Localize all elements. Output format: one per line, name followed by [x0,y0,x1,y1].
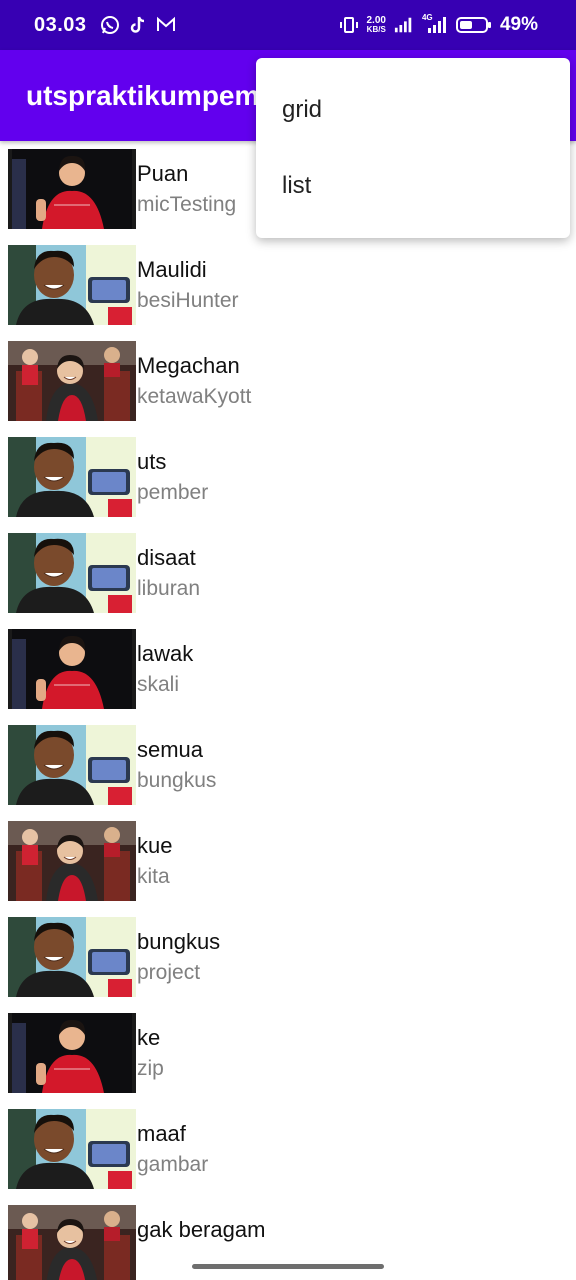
item-photo [8,1013,136,1093]
item-title: Puan [137,161,189,186]
list-item[interactable]: ke zip [0,1005,576,1101]
item-title: lawak [137,641,194,666]
item-subtitle: bungkus [137,769,217,792]
item-photo [8,341,136,421]
notification-icons [100,15,176,35]
tiktok-icon [128,15,148,35]
list-item[interactable]: semua bungkus [0,717,576,813]
item-photo [8,533,136,613]
item-subtitle: besiHunter [137,289,239,312]
whatsapp-icon [100,15,120,35]
list-item[interactable]: maaf gambar [0,1101,576,1197]
item-photo [8,917,136,997]
item-title: ke [137,1025,161,1050]
item-title: uts [137,449,167,474]
options-menu: grid list [256,58,570,238]
item-title: semua [137,737,204,762]
speed-unit: KB/S [366,25,386,34]
status-time: 03.03 [34,14,87,36]
list-item[interactable]: Megachan ketawaKyott [0,333,576,429]
item-subtitle: liburan [137,577,201,600]
list-item[interactable]: lawak skali [0,621,576,717]
signal-4g-icon: 4G [421,13,448,35]
item-subtitle: gambar [137,1153,209,1176]
list-item[interactable]: kue kita [0,813,576,909]
network-speed: 2.00 KB/S [366,16,386,35]
menu-item-list[interactable]: list [256,148,570,224]
battery-icon [455,15,492,35]
item-subtitle: ketawaKyott [137,385,252,408]
item-photo [8,629,136,709]
list-item[interactable]: bungkus project [0,909,576,1005]
item-subtitle: project [137,961,201,984]
menu-item-grid[interactable]: grid [256,72,570,148]
list-item[interactable]: uts pember [0,429,576,525]
list-item[interactable]: Maulidi besiHunter [0,237,576,333]
item-subtitle: zip [137,1057,164,1080]
item-title: maaf [137,1121,186,1146]
item-title: Megachan [137,353,240,378]
item-photo [8,1109,136,1189]
item-photo [8,437,136,517]
signal-icon [394,15,414,35]
network-type-label: 4G [421,13,433,22]
menu-item-label: list [282,172,312,199]
item-photo [8,725,136,805]
item-subtitle: pember [137,481,209,504]
battery-percent: 49% [499,14,538,35]
item-title: bungkus [137,929,221,954]
item-photo [8,1205,136,1280]
item-title: Maulidi [137,257,207,282]
item-subtitle: kita [137,865,170,888]
list-item[interactable]: disaat liburan [0,525,576,621]
item-photo [8,245,136,325]
item-title: disaat [137,545,196,570]
item-subtitle: micTesting [137,193,237,216]
vibrate-icon [339,15,359,35]
item-title: gak beragam [137,1217,266,1242]
item-subtitle: skali [137,673,180,696]
status-bar: 03.03 2.00 KB/S 4G 49% [0,0,576,50]
menu-item-label: grid [282,96,323,123]
item-title: kue [137,833,173,858]
gesture-nav-handle[interactable] [192,1264,384,1269]
gmail-icon [156,15,176,35]
item-photo [8,821,136,901]
item-photo [8,149,136,229]
system-icons: 2.00 KB/S 4G 49% [339,13,538,36]
